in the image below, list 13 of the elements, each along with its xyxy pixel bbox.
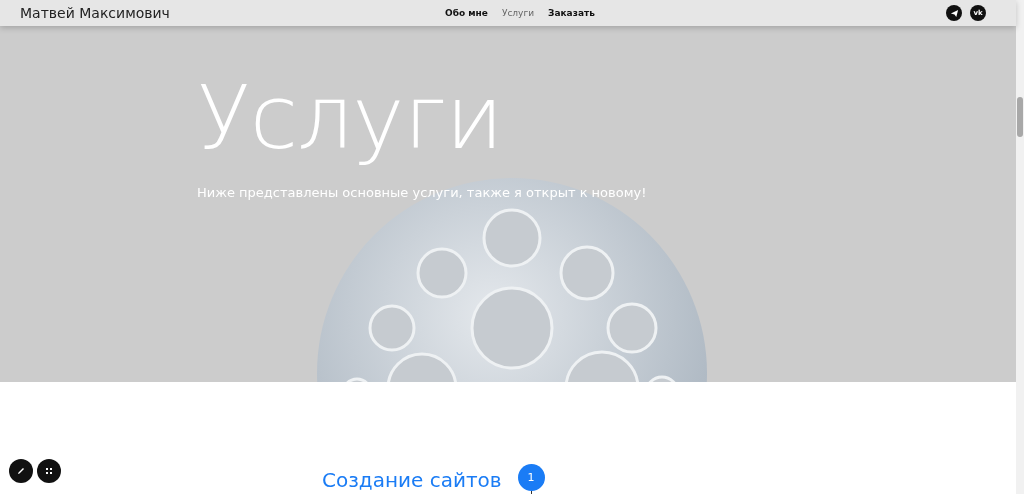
nav-link[interactable]: Заказать bbox=[548, 8, 595, 18]
scrollbar[interactable] bbox=[1016, 0, 1024, 494]
step-number: 1 bbox=[517, 464, 545, 491]
edit-button[interactable] bbox=[9, 459, 33, 483]
service-title: Создание сайтов bbox=[322, 468, 502, 492]
four-dots-icon bbox=[44, 466, 54, 476]
pencil-icon bbox=[16, 466, 26, 476]
expand-button[interactable] bbox=[37, 459, 61, 483]
nav-link[interactable]: Обо мне bbox=[445, 8, 488, 18]
nav-link[interactable]: Услуги bbox=[501, 8, 535, 18]
site-name[interactable]: Матвей Максимович bbox=[20, 5, 170, 21]
paper-plane-icon[interactable] bbox=[946, 5, 962, 21]
scrollbar-thumb[interactable] bbox=[1017, 97, 1023, 137]
